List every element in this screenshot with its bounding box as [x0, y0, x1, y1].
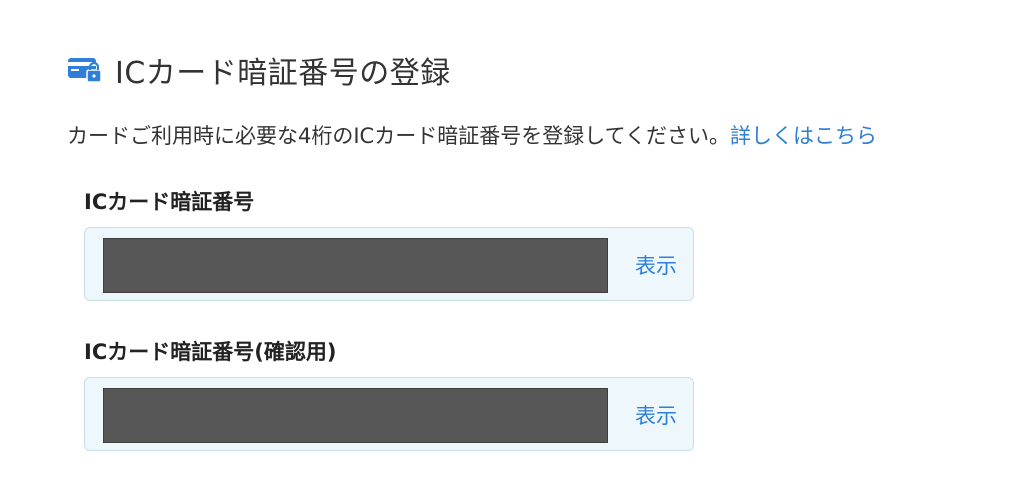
- page-title: ICカード暗証番号の登録: [115, 56, 451, 91]
- pin-show-toggle[interactable]: 表示: [635, 250, 677, 280]
- pin-confirm-input[interactable]: [103, 388, 608, 443]
- intro-description: カードご利用時に必要な4桁のICカード暗証番号を登録してください。: [67, 124, 730, 148]
- pin-registration-page: ICカード暗証番号の登録 カードご利用時に必要な4桁のICカード暗証番号を登録し…: [0, 0, 1024, 489]
- page-header: ICカード暗証番号の登録: [67, 48, 451, 92]
- intro-text: カードご利用時に必要な4桁のICカード暗証番号を登録してください。詳しくはこちら: [67, 120, 877, 150]
- details-link[interactable]: 詳しくはこちら: [730, 124, 877, 148]
- pin-field-label: ICカード暗証番号: [84, 190, 255, 214]
- pin-confirm-field-container: 表示: [84, 377, 694, 451]
- ic-card-lock-icon: [68, 58, 102, 83]
- pin-confirm-show-toggle[interactable]: 表示: [635, 400, 677, 430]
- pin-field-container: 表示: [84, 227, 694, 301]
- pin-input[interactable]: [103, 238, 608, 293]
- pin-confirm-field-label: ICカード暗証番号(確認用): [84, 340, 337, 364]
